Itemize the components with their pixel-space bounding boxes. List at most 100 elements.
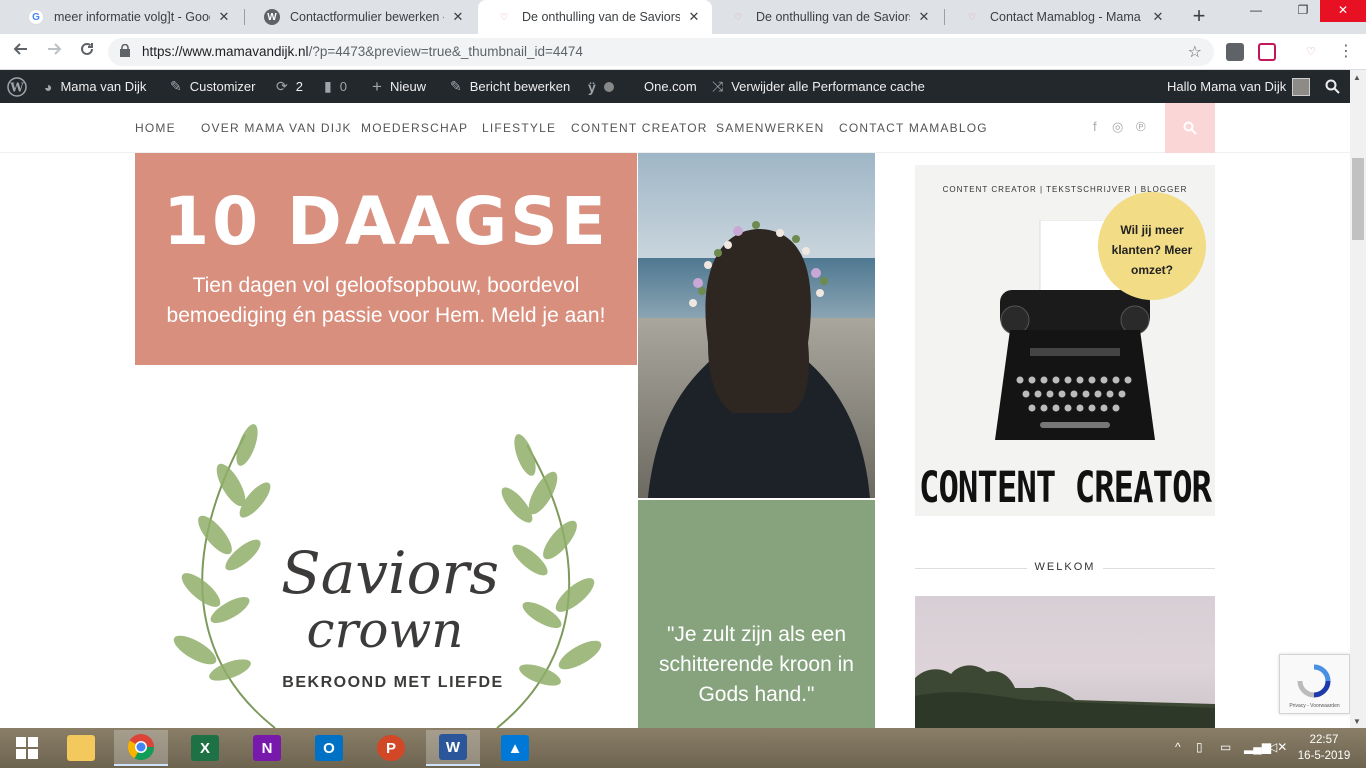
browser-tab-active[interactable]: ♡ De onthulling van de Saviorscro ✕: [478, 0, 712, 34]
avg-extension-icon[interactable]: [1258, 43, 1276, 61]
maximize-button[interactable]: ❐: [1284, 0, 1322, 22]
close-tab-icon[interactable]: ✕: [686, 9, 702, 25]
user-account-link[interactable]: Hallo Mama van Dijk: [1167, 70, 1311, 103]
welcome-photo: [915, 596, 1215, 728]
avatar: [1292, 77, 1311, 96]
search-icon[interactable]: [1325, 70, 1340, 103]
wordpress-logo[interactable]: W: [7, 70, 27, 103]
reload-icon: [81, 42, 93, 55]
recaptcha-badge[interactable]: Privacy - Voorwaarden: [1279, 654, 1350, 714]
quote-box: "Je zult zijn als een schitterende kroon…: [638, 500, 875, 728]
search-icon: [1183, 121, 1197, 135]
nav-item-home[interactable]: HOME: [135, 121, 176, 135]
logo-tagline: BEKROOND MET LIEFDE: [282, 674, 503, 691]
outlook-icon: O: [315, 735, 343, 761]
scroll-up-icon[interactable]: ▲: [1353, 73, 1361, 82]
taskbar-file-explorer[interactable]: [54, 730, 108, 766]
promo-banner[interactable]: 10 DAAGSE Tien dagen vol geloofsopbouw, …: [135, 153, 637, 365]
close-tab-icon[interactable]: ✕: [1150, 9, 1166, 25]
windows-taskbar: X N O P W ▲ ^ ▯ ▭ ▂▄▆ ◁✕ 22:57 16-5-2019: [0, 728, 1366, 768]
promo-text: Tien dagen vol geloofsopbouw, boordevol …: [166, 274, 606, 327]
nav-item-over[interactable]: OVER MAMA VAN DIJK: [201, 121, 352, 135]
comments-link[interactable]: ▮ 0: [324, 70, 347, 103]
svg-text:W: W: [9, 80, 24, 94]
taskbar-photos[interactable]: ▲: [488, 730, 542, 766]
back-button[interactable]: [9, 40, 33, 64]
logo-word-crown: crown: [306, 601, 463, 659]
nav-item-moederschap[interactable]: MOEDERSCHAP: [361, 121, 468, 135]
instagram-icon[interactable]: ◎: [1112, 119, 1123, 135]
nav-item-samenwerken[interactable]: SAMENWERKEN: [716, 121, 825, 135]
show-hidden-icons[interactable]: ^: [1175, 740, 1181, 754]
cc-title: CONTENT CREATOR: [918, 463, 1212, 513]
tray-device-icon[interactable]: ▯: [1196, 740, 1203, 754]
mamablog-icon: ♡: [967, 11, 977, 22]
edit-post-link[interactable]: ✎ Bericht bewerken: [450, 70, 570, 103]
taskbar-outlook[interactable]: O: [302, 730, 356, 766]
folder-icon: [67, 735, 95, 761]
pinterest-icon[interactable]: ℗: [1136, 119, 1146, 134]
site-navigation: HOME OVER MAMA VAN DIJK MOEDERSCHAP LIFE…: [0, 103, 1350, 153]
close-tab-icon[interactable]: ✕: [216, 9, 232, 25]
taskbar-word[interactable]: W: [426, 730, 480, 766]
cc-offer-bubble: Wil jij meer klanten? Meer omzet?: [1098, 192, 1206, 300]
close-tab-icon[interactable]: ✕: [450, 9, 466, 25]
reload-button[interactable]: [75, 40, 99, 64]
photos-icon: ▲: [501, 735, 529, 761]
bookmark-star-icon[interactable]: ☆: [1188, 42, 1202, 62]
widget-heading-welkom: WELKOM: [915, 561, 1215, 575]
forward-arrow-icon: [48, 43, 62, 55]
browser-tab[interactable]: W Contactformulier bewerken ‹ Ma ✕: [246, 0, 476, 34]
nav-item-content-creator[interactable]: CONTENT CREATOR: [571, 121, 708, 135]
onenote-icon: N: [253, 735, 281, 761]
browser-tab[interactable]: ♡ De onthulling van de Saviorscro ✕: [712, 0, 942, 34]
brush-icon: ✎: [170, 78, 182, 94]
chrome-icon: [127, 734, 155, 761]
pencil-icon: ✎: [450, 78, 462, 94]
forward-button[interactable]: [42, 40, 66, 64]
nav-item-lifestyle[interactable]: LIFESTYLE: [482, 121, 556, 135]
profile-icon[interactable]: ♡: [1302, 43, 1320, 61]
new-tab-button[interactable]: +: [1186, 4, 1212, 30]
browser-tab[interactable]: G meer informatie volg]t - Google ✕: [10, 0, 242, 34]
browser-toolbar: https://www.mamavandijk.nl/?p=4473&previ…: [0, 34, 1366, 70]
onecom-link[interactable]: One.com: [644, 70, 697, 103]
taskbar-powerpoint[interactable]: P: [364, 730, 418, 766]
tray-battery-icon[interactable]: ▭: [1220, 740, 1231, 754]
facebook-icon[interactable]: f: [1093, 119, 1097, 134]
content-creator-banner[interactable]: CONTENT CREATOR | TEKSTSCHRIJVER | BLOGG…: [915, 165, 1215, 516]
start-button[interactable]: [0, 730, 54, 766]
network-signal-icon[interactable]: ▂▄▆: [1244, 740, 1271, 754]
taskbar-excel[interactable]: X: [178, 730, 232, 766]
browser-tab-strip: G meer informatie volg]t - Google ✕ W Co…: [0, 0, 1366, 34]
nav-item-contact[interactable]: CONTACT MAMABLOG: [839, 121, 988, 135]
taskbar-clock[interactable]: 22:57 16-5-2019: [1290, 732, 1358, 764]
wordpress-icon: W: [7, 76, 27, 97]
customizer-link[interactable]: ✎ Customizer: [170, 70, 255, 103]
close-tab-icon[interactable]: ✕: [916, 9, 932, 25]
volume-muted-icon[interactable]: ◁✕: [1268, 740, 1287, 754]
taskbar-chrome[interactable]: [114, 730, 168, 766]
extension-icon[interactable]: [1226, 43, 1244, 61]
minimize-button[interactable]: —: [1237, 0, 1275, 22]
mamablog-icon: ♡: [733, 11, 743, 22]
site-search-button[interactable]: [1165, 103, 1215, 153]
yoast-link[interactable]: ÿ: [588, 70, 614, 103]
updates-link[interactable]: ⟳ 2: [276, 70, 303, 103]
windows-logo-icon: [16, 737, 38, 759]
yoast-icon: ÿ: [588, 78, 596, 95]
taskbar-onenote[interactable]: N: [240, 730, 294, 766]
close-window-button[interactable]: ✕: [1320, 0, 1366, 22]
recaptcha-text: Privacy - Voorwaarden: [1289, 703, 1340, 709]
scroll-down-icon[interactable]: ▼: [1353, 717, 1361, 726]
page-scrollbar[interactable]: ▲ ▼: [1350, 70, 1366, 728]
seo-status-dot: [603, 81, 614, 92]
clear-cache-link[interactable]: ⤨ Verwijder alle Performance cache: [712, 70, 925, 103]
scrollbar-thumb[interactable]: [1352, 158, 1364, 240]
address-bar[interactable]: https://www.mamavandijk.nl/?p=4473&previ…: [108, 38, 1214, 66]
browser-tab[interactable]: ♡ Contact Mamablog - Mama van ✕: [946, 0, 1176, 34]
dashboard-icon: ◕: [44, 78, 53, 95]
new-content-link[interactable]: + Nieuw: [372, 70, 426, 103]
menu-dots-icon[interactable]: ⋮: [1337, 43, 1355, 61]
site-name-link[interactable]: ◕ Mama van Dijk: [44, 70, 146, 103]
